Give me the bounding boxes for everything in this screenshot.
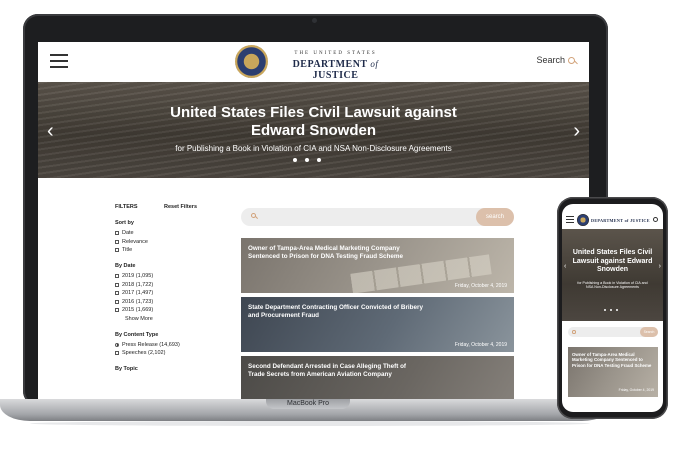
carousel-prev-arrow-icon[interactable]: ‹ [47,120,54,143]
reset-filters-link[interactable]: Reset Filters [164,204,197,210]
phone-search-bar[interactable]: Search [568,327,658,337]
option-label: Relevance [122,238,148,245]
phone-logo-text[interactable]: DEPARTMENT of JUSTICE [591,218,650,223]
date-option-2016[interactable]: 2016 (1,723) [115,299,225,305]
laptop-label: MacBook Pro [266,399,350,409]
result-card[interactable]: Owner of Tampa-Area Medical Marketing Co… [241,238,514,293]
menu-icon[interactable] [50,54,68,68]
sort-option-title[interactable]: Title [115,247,225,253]
option-label: 2018 (1,722) [122,281,154,288]
doj-seal-logo[interactable] [235,45,268,78]
show-more-link[interactable]: Show More [125,316,225,322]
search-button[interactable]: search [476,208,514,226]
checkbox-icon[interactable] [115,282,119,287]
checkbox-icon[interactable] [115,239,119,244]
carousel-dot-3[interactable] [317,158,321,162]
carousel-dot-2[interactable] [305,158,309,162]
carousel-dots [293,158,321,162]
logo-main-text[interactable]: DEPARTMENT of JUSTICE [273,59,398,81]
phone-result-card[interactable]: Owner of Tampa-Area Medical Marketing Co… [568,347,658,397]
carousel-dot-1[interactable] [293,158,297,162]
checkbox-icon[interactable] [115,308,119,312]
search-icon [568,56,575,64]
logo-word-of: of [370,59,379,69]
carousel-prev-arrow-icon[interactable]: ‹ [564,263,566,270]
logo-word-justice: JUSTICE [312,70,359,81]
option-label: 2016 (1,723) [122,298,154,305]
logo-word-department: DEPARTMENT [292,59,368,70]
result-title[interactable]: Second Defendant Arrested in Case Allegi… [248,363,423,379]
radio-selected-icon[interactable] [115,342,119,347]
site-header: THE UNITED STATES DEPARTMENT of JUSTICE … [38,42,589,82]
by-content-type-title: By Content Type [115,331,159,338]
search-bar: search [241,208,514,226]
hero-subtitle: for Publishing a Book in Violation of CI… [175,144,452,153]
date-option-2019[interactable]: 2019 (1,095) [115,273,225,279]
checkbox-icon[interactable] [115,231,119,235]
sort-option-date[interactable]: Date [115,230,225,236]
by-date-title: By Date [115,263,136,269]
sort-option-relevance[interactable]: Relevance [115,239,225,245]
date-option-2018[interactable]: 2018 (1,722) [115,282,225,288]
header-search-label: Search [536,55,565,65]
result-title[interactable]: Owner of Tampa-Area Medical Marketing Co… [572,352,654,368]
phone-screen: DEPARTMENT of JUSTICE ‹ United States Fi… [562,204,663,412]
result-date: Friday, October 4, 2019 [454,342,507,348]
laptop-base: MacBook Pro [0,399,612,421]
checkbox-icon[interactable] [115,299,119,304]
laptop-screen: THE UNITED STATES DEPARTMENT of JUSTICE … [38,42,589,402]
filters-panel: FILTERS Reset Filters Sort by Date Relev… [115,204,225,376]
hero-title[interactable]: United States Files Civil Lawsuit agains… [158,104,469,140]
option-label: Press Release (14,693) [122,341,180,348]
content-option-press-release[interactable]: Press Release (14,693) [115,342,225,348]
date-option-2015[interactable]: 2015 (1,669) [115,307,225,313]
checkbox-icon[interactable] [115,291,119,295]
search-icon[interactable] [653,217,658,222]
search-icon [572,330,576,334]
carousel-dots [604,309,618,311]
search-icon [251,213,256,218]
sort-by-title: Sort by [115,220,134,226]
result-card[interactable]: State Department Contracting Officer Con… [241,297,514,352]
date-option-2017[interactable]: 2017 (1,497) [115,290,225,296]
phone-device: DEPARTMENT of JUSTICE ‹ United States Fi… [557,197,668,419]
laptop-shadow [30,421,590,426]
option-label: 2019 (1,095) [122,273,154,279]
checkbox-icon[interactable] [115,351,119,355]
search-input[interactable] [263,210,463,224]
phone-hero-subtitle: for Publishing a Book in Violation of CI… [577,281,648,290]
result-title[interactable]: State Department Contracting Officer Con… [248,304,423,320]
result-title[interactable]: Owner of Tampa-Area Medical Marketing Co… [248,245,423,261]
option-label: 2017 (1,497) [122,290,154,296]
by-topic-title: By Topic [115,366,138,372]
result-date: Friday, October 4, 2019 [618,388,654,392]
phone-hero: ‹ United States Files Civil Lawsuit agai… [562,229,663,321]
logo-top-text: THE UNITED STATES [294,51,377,56]
hero-carousel: ‹ United States Files Civil Lawsuit agai… [38,82,589,178]
filters-title: FILTERS [115,204,138,210]
option-label: Speeches (2,102) [122,350,166,356]
checkbox-icon[interactable] [115,274,119,278]
result-date: Friday, October 4, 2019 [454,283,507,289]
option-label: Date [122,230,134,236]
checkbox-icon[interactable] [115,248,119,252]
carousel-next-arrow-icon[interactable]: › [573,120,580,143]
phone-hero-title[interactable]: United States Files Civil Lawsuit agains… [572,249,653,275]
content-option-speeches[interactable]: Speeches (2,102) [115,350,225,356]
result-card[interactable]: Second Defendant Arrested in Case Allegi… [241,356,514,402]
camera-dot [312,18,317,23]
option-label: 2015 (1,669) [122,307,154,313]
menu-icon[interactable] [566,216,574,225]
option-label: Title [122,247,133,253]
phone-header: DEPARTMENT of JUSTICE [562,213,663,229]
phone-search-button[interactable]: Search [640,327,658,337]
carousel-next-arrow-icon[interactable]: › [659,263,661,270]
doj-seal-logo[interactable] [577,214,589,226]
laptop-lid: THE UNITED STATES DEPARTMENT of JUSTICE … [23,14,608,406]
header-search-button[interactable]: Search [536,55,575,65]
